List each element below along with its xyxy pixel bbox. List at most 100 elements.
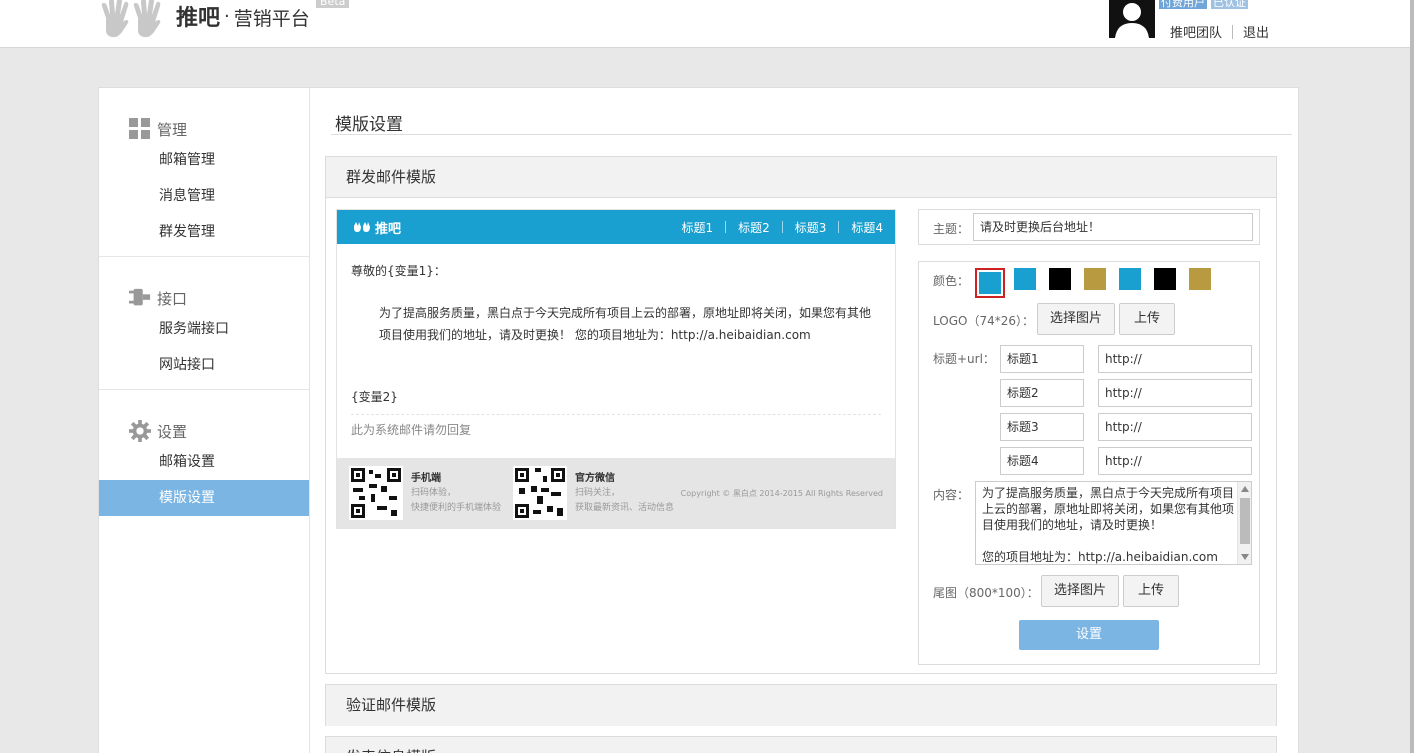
hands-logo-icon: [354, 222, 370, 232]
submit-settings-button[interactable]: 设置: [1019, 620, 1159, 650]
scroll-up-arrow-icon[interactable]: [1241, 486, 1249, 492]
beta-badge: Beta: [316, 0, 350, 8]
sidebar-item-template-settings[interactable]: 模版设置: [99, 480, 309, 516]
color-swatch[interactable]: [975, 268, 1005, 298]
mobile-qr-caption: 手机端 扫码体验， 快捷便利的手机端体验: [411, 471, 501, 516]
preview-message: 为了提高服务质量，黑白点于今天完成所有项目上云的部署，原地址即将关闭，如果您有其…: [379, 306, 872, 342]
qr-code-wechat: [513, 466, 567, 520]
preview-variable-2: {变量2}: [351, 390, 398, 404]
mobile-qr-line1: 扫码体验，: [411, 487, 457, 498]
sidebar: 管理 邮箱管理 消息管理 群发管理 接口 服务端接口 网站接口 设置 邮箱设置 …: [99, 88, 310, 753]
panel-heading[interactable]: 发表信息模版: [326, 737, 1276, 753]
wechat-qr-title: 官方微信: [575, 472, 615, 484]
preview-copyright: Copyright © 黑白点 2014-2015 All Rights Res…: [680, 489, 883, 498]
user-links: 推吧团队 退出: [1170, 22, 1269, 41]
color-swatch[interactable]: [1189, 268, 1211, 290]
preview-logo-text: 推吧: [375, 221, 402, 237]
user-badges: 付费用户 已认证: [1159, 0, 1248, 9]
nav-title-input-3[interactable]: 标题3: [1000, 413, 1084, 441]
upload-logo-button[interactable]: 上传: [1119, 303, 1175, 335]
mobile-qr-title: 手机端: [411, 472, 441, 484]
sidebar-heading-settings: 设置: [99, 418, 309, 444]
content-label: 内容：: [933, 488, 970, 502]
page-title: 模版设置: [335, 115, 403, 135]
nav-url-input-1[interactable]: http://: [1098, 345, 1252, 373]
user-avatar-icon: [1115, 3, 1149, 38]
textarea-scroll-thumb[interactable]: [1240, 498, 1250, 544]
content-paragraph-1: 为了提高服务质量，黑白点于今天完成所有项目上云的部署，原地址即将关闭，如果您有其…: [982, 486, 1235, 532]
nav-url-input-2[interactable]: http://: [1098, 379, 1252, 407]
content-textarea[interactable]: 为了提高服务质量，黑白点于今天完成所有项目上云的部署，原地址即将关闭，如果您有其…: [975, 481, 1252, 565]
nav-divider: [725, 221, 727, 233]
verified-badge: 已认证: [1211, 0, 1248, 9]
choose-footer-image-button[interactable]: 选择图片: [1041, 575, 1119, 607]
color-swatch[interactable]: [1154, 268, 1176, 290]
preview-greeting: 尊敬的{变量1}：: [351, 264, 446, 278]
sidebar-group-api: 接口 服务端接口 网站接口: [99, 257, 309, 390]
team-link[interactable]: 推吧团队: [1170, 22, 1222, 41]
footer-image-label: 尾图（800*100）：: [933, 586, 1039, 600]
color-swatch[interactable]: [1119, 268, 1141, 290]
nav-url-input-3[interactable]: http://: [1098, 413, 1252, 441]
sidebar-group-settings: 设置 邮箱设置 模版设置: [99, 390, 309, 522]
content-blank-line: [982, 533, 1235, 549]
verify-mail-template-panel: 验证邮件模版: [325, 684, 1277, 726]
preview-nav-item[interactable]: 标题3: [795, 219, 827, 236]
content-area: 模版设置 群发邮件模版 推吧 标题1 标题2 标题3 标题4 尊敬的{变量1}：…: [311, 88, 1298, 753]
sidebar-item-web-api[interactable]: 网站接口: [99, 347, 309, 383]
link-divider: [1232, 24, 1234, 39]
scroll-down-arrow-icon[interactable]: [1241, 554, 1249, 560]
gear-icon: [129, 420, 151, 442]
sidebar-heading-label: 设置: [157, 422, 188, 441]
nav-title-input-2[interactable]: 标题2: [1000, 379, 1084, 407]
subject-input[interactable]: 请及时更换后台地址！: [973, 213, 1253, 241]
upload-footer-image-button[interactable]: 上传: [1123, 575, 1179, 607]
content-paragraph-2: 您的项目地址为：http://a.heibaidian.com: [982, 550, 1218, 564]
nav-divider: [781, 221, 783, 233]
sidebar-item-message-manage[interactable]: 消息管理: [99, 178, 309, 214]
nav-title-input-4[interactable]: 标题4: [1000, 447, 1084, 475]
nav-divider: [838, 221, 840, 233]
title-url-label: 标题+url：: [933, 352, 995, 366]
mobile-qr-line2: 快捷便利的手机端体验: [411, 502, 502, 513]
color-swatch[interactable]: [1049, 268, 1071, 290]
sidebar-item-mailbox-settings[interactable]: 邮箱设置: [99, 444, 309, 480]
sidebar-item-server-api[interactable]: 服务端接口: [99, 311, 309, 347]
choose-logo-button[interactable]: 选择图片: [1037, 303, 1115, 335]
color-label: 颜色：: [933, 274, 970, 288]
logout-link[interactable]: 退出: [1243, 22, 1269, 41]
email-preview: 推吧 标题1 标题2 标题3 标题4 尊敬的{变量1}： 为了提高服务质量，黑白…: [336, 209, 896, 529]
sidebar-item-mailbox-manage[interactable]: 邮箱管理: [99, 142, 309, 178]
paid-user-badge: 付费用户: [1159, 0, 1207, 9]
sidebar-item-mass-manage[interactable]: 群发管理: [99, 214, 309, 250]
preview-nav-item[interactable]: 标题4: [851, 219, 883, 236]
color-swatch[interactable]: [1084, 268, 1106, 290]
preview-nav-item[interactable]: 标题1: [681, 219, 713, 236]
main-card: 管理 邮箱管理 消息管理 群发管理 接口 服务端接口 网站接口 设置 邮箱设置 …: [98, 87, 1299, 753]
top-bar: 推吧 · 营销平台 Beta 付费用户 已认证 推吧团队 退出: [0, 0, 1414, 48]
wechat-qr-line1: 扫码关注，: [575, 487, 621, 498]
sidebar-heading-label: 管理: [157, 120, 188, 139]
sidebar-heading-api: 接口: [99, 285, 309, 311]
nav-title-input-1[interactable]: 标题1: [1000, 345, 1084, 373]
preview-footer: 手机端 扫码体验， 快捷便利的手机端体验 官方微信 扫码关注， 获取最新资讯、活…: [337, 458, 895, 528]
color-swatch[interactable]: [1014, 268, 1036, 290]
avatar[interactable]: [1109, 0, 1155, 38]
textarea-scrollbar[interactable]: [1237, 482, 1251, 564]
hands-logo-icon: [101, 0, 161, 38]
panel-heading[interactable]: 验证邮件模版: [326, 685, 1276, 726]
brand-name: 推吧: [176, 6, 221, 31]
preview-nav-item[interactable]: 标题2: [738, 219, 770, 236]
style-settings-box: 颜色： LOGO（74*26）： 选择图片 上传 标题+url： 标题1 htt…: [918, 261, 1260, 665]
preview-nav: 标题1 标题2 标题3 标题4: [681, 219, 883, 236]
panel-heading[interactable]: 群发邮件模版: [326, 157, 1276, 198]
logo[interactable]: 推吧 · 营销平台: [98, 0, 310, 40]
sidebar-group-manage: 管理 邮箱管理 消息管理 群发管理: [99, 88, 309, 257]
preview-logo: 推吧: [353, 218, 401, 237]
page-scrollbar[interactable]: [1410, 0, 1414, 753]
post-message-template-panel: 发表信息模版: [325, 736, 1277, 753]
qr-code-mobile: [349, 466, 403, 520]
nav-url-input-4[interactable]: http://: [1098, 447, 1252, 475]
preview-system-note: 此为系统邮件请勿回复: [351, 414, 881, 441]
brand-separator: ·: [224, 5, 230, 27]
